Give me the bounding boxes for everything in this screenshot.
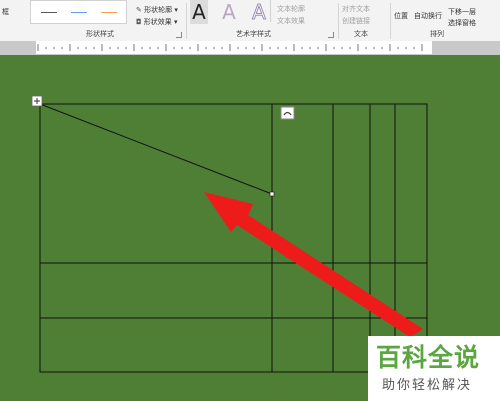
wordart-style-light[interactable]: A — [220, 0, 238, 24]
table-move-handle-icon[interactable] — [31, 95, 43, 107]
ruler-ticks — [0, 41, 500, 54]
arrange-group-label: 排列 — [430, 30, 444, 38]
document-area[interactable]: 百科全说 助你轻松解决 — [0, 55, 500, 401]
style-swatch-blue[interactable] — [71, 12, 87, 13]
selection-pane-label: 选择窗格 — [448, 19, 476, 27]
wordart-styles-group: A A A 文本轮廓 文本效果 艺术字样式 — [188, 0, 337, 41]
dialog-launcher-icon[interactable] — [176, 32, 182, 38]
pen-icon: ✎ — [136, 6, 142, 14]
create-link-button[interactable]: 创建链接 — [342, 16, 370, 26]
wrap-text-button[interactable]: 自动换行 — [414, 11, 442, 21]
diagonal-line[interactable] — [39, 103, 273, 195]
ribbon-divider — [338, 3, 339, 39]
text-effects-label: 文本效果 — [277, 17, 305, 25]
style-swatch-orange[interactable] — [101, 12, 117, 13]
shape-styles-group-label: 形状样式 — [86, 30, 114, 38]
text-outline-label: 文本轮廓 — [277, 5, 305, 13]
ribbon-divider — [390, 3, 391, 39]
shape-effects-button[interactable]: ◘ 形状效果 ▾ — [136, 17, 178, 27]
position-button[interactable]: 位置 — [394, 11, 408, 21]
watermark: 百科全说 助你轻松解决 — [368, 336, 500, 401]
chevron-down-icon: ▾ — [174, 6, 178, 14]
annotation-arrow-icon — [204, 192, 423, 337]
dialog-launcher-icon[interactable] — [328, 32, 334, 38]
line-endpoint-handle[interactable] — [269, 191, 275, 197]
shape-effects-label: 形状效果 — [143, 18, 172, 26]
wordart-style-dark[interactable]: A — [190, 0, 208, 24]
style-swatch-dark[interactable] — [41, 12, 57, 13]
selection-pane-button[interactable]: 选择窗格 — [448, 18, 476, 28]
shape-outline-label: 形状轮廓 — [144, 6, 173, 14]
horizontal-ruler[interactable] — [0, 41, 500, 55]
table[interactable] — [39, 103, 428, 373]
text-outline-button[interactable]: 文本轮廓 — [277, 4, 305, 14]
wordart-group-label: 艺术字样式 — [236, 30, 271, 38]
shape-styles-group: ✎ 形状轮廓 ▾ ◘ 形状效果 ▾ 形状样式 — [28, 0, 185, 41]
wordart-style-outline[interactable]: A — [250, 0, 268, 25]
layout-options-icon[interactable] — [280, 106, 295, 120]
ribbon: 框 ✎ 形状轮廓 ▾ ◘ 形状效果 ▾ 形状样式 A A A 文本轮廓 文本效果… — [0, 0, 500, 42]
chevron-down-icon: ▾ — [174, 18, 178, 26]
watermark-title: 百科全说 — [376, 343, 481, 372]
effects-icon: ◘ — [136, 18, 142, 26]
ribbon-divider — [186, 3, 187, 39]
text-group-label: 文本 — [354, 30, 368, 38]
text-group: 对齐文本 创建链接 文本 — [340, 0, 388, 41]
left-partial-label: 框 — [2, 8, 9, 16]
send-backward-button[interactable]: 下移一层 — [448, 7, 476, 17]
watermark-subtitle: 助你轻松解决 — [382, 378, 473, 393]
shape-style-gallery[interactable] — [30, 0, 127, 24]
align-text-button[interactable]: 对齐文本 — [342, 4, 370, 14]
arrange-group: 位置 自动换行 下移一层 选择窗格 排列 — [392, 0, 500, 41]
send-backward-label: 下移一层 — [448, 8, 476, 16]
shape-outline-button[interactable]: ✎ 形状轮廓 ▾ — [136, 5, 178, 15]
gallery-scroll[interactable] — [270, 0, 276, 22]
table-border — [39, 103, 428, 373]
gallery-scroll[interactable] — [126, 0, 133, 22]
text-effects-button[interactable]: 文本效果 — [277, 16, 305, 26]
